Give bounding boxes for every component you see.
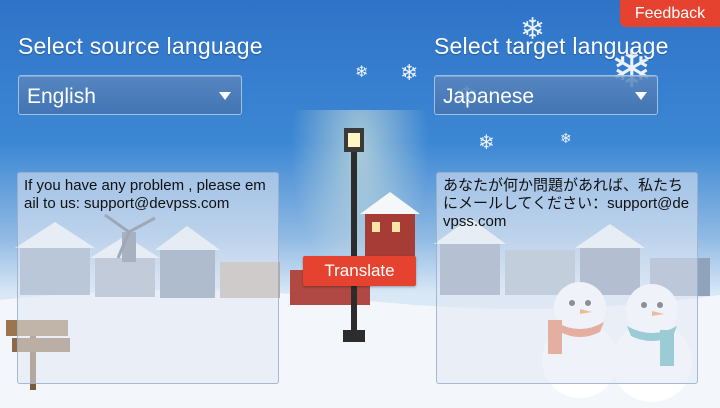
target-language-value: Japanese (443, 85, 535, 108)
source-language-select[interactable]: English (18, 75, 242, 115)
snowflake-icon: ❄ (400, 60, 419, 85)
dropdown-arrow-icon (219, 92, 231, 100)
dropdown-arrow-icon (635, 92, 647, 100)
target-language-label: Select target language (434, 33, 669, 59)
snowflake-icon: ❄ (478, 132, 495, 154)
feedback-button[interactable]: Feedback (620, 0, 720, 27)
translated-text-output[interactable]: あなたが何か問題があれば、私たちにメールしてください：support@devps… (436, 172, 698, 384)
source-language-value: English (27, 85, 96, 108)
snowflake-icon: ❄ (560, 130, 572, 146)
source-text-input[interactable]: If you have any problem , please email t… (17, 172, 279, 384)
translate-button[interactable]: Translate (303, 256, 416, 286)
target-language-select[interactable]: Japanese (434, 75, 658, 115)
snowflake-icon: ❄ (355, 64, 369, 81)
source-language-label: Select source language (18, 33, 263, 59)
